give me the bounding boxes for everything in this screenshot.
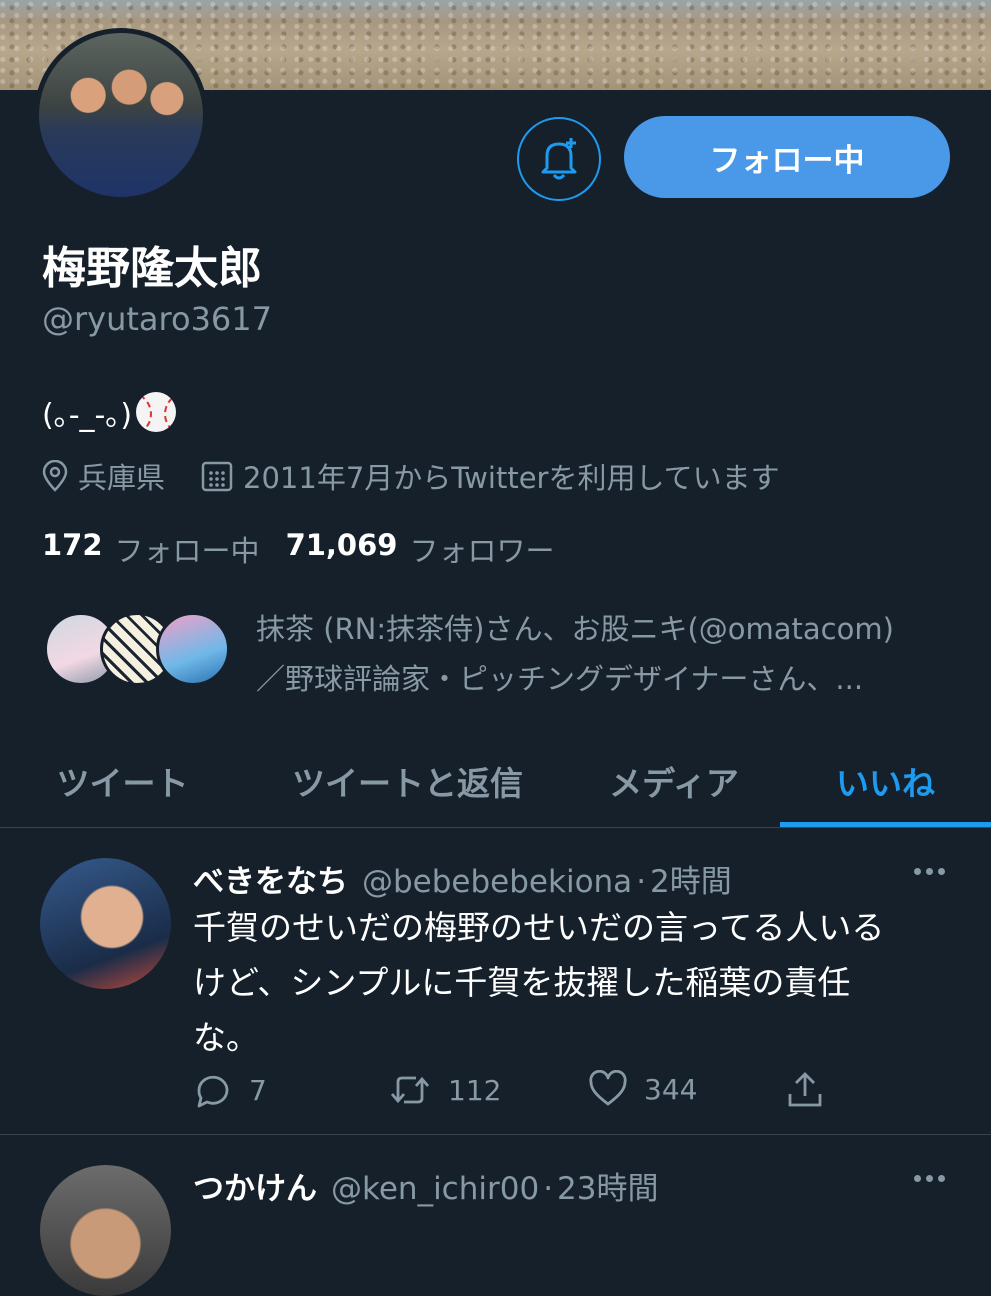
reply-count: 7	[249, 1073, 267, 1107]
share-button[interactable]	[785, 1070, 825, 1110]
bell-plus-icon	[541, 138, 577, 180]
followers-stat[interactable]: 71,069 フォロワー	[286, 528, 555, 570]
location-icon	[42, 460, 68, 492]
tweet-author-handle[interactable]: @bebebebekiona	[362, 864, 632, 900]
tweet-header: つかけん @ken_ichir00 · 23時間	[193, 1163, 659, 1208]
known-followers-line: 抹茶 (RN:抹茶侍)さん、お股ニキ(@omatacom)	[256, 612, 894, 646]
profile-stats: 172 フォロー中 71,069 フォロワー	[42, 528, 581, 570]
joined-item: 2011年7月からTwitterを利用しています	[201, 455, 780, 497]
tweet-text: 千賀のせいだの梅野のせいだの言ってる人いる けど、シンプルに千賀を抜擢した稲葉の…	[193, 900, 953, 1065]
like-count: 344	[644, 1072, 698, 1106]
retweet-count: 112	[448, 1073, 502, 1107]
tab-media[interactable]: メディア	[570, 735, 778, 827]
retweet-icon	[390, 1076, 430, 1104]
known-followers-avatars[interactable]	[44, 612, 230, 686]
tweet-separator: ·	[543, 1171, 554, 1207]
location-item: 兵庫県	[42, 455, 165, 497]
baseball-emoji	[136, 392, 177, 432]
tweet-time[interactable]: 2時間	[650, 856, 732, 901]
profile-name: 梅野隆太郎	[42, 243, 262, 294]
more-icon[interactable]	[914, 868, 945, 875]
more-icon[interactable]	[914, 1175, 945, 1182]
following-label: フォロー中	[114, 534, 260, 568]
tab-tweets-replies[interactable]: ツイートと返信	[245, 735, 570, 827]
reply-button[interactable]: 7	[193, 1070, 267, 1110]
tab-tweets[interactable]: ツイート	[0, 735, 245, 827]
calendar-icon	[201, 461, 233, 492]
share-icon	[788, 1072, 822, 1107]
location-text: 兵庫県	[78, 461, 166, 495]
following-stat[interactable]: 172 フォロー中	[42, 528, 260, 570]
tweet-author-handle[interactable]: @ken_ichir00	[331, 1171, 539, 1207]
notify-button[interactable]	[517, 117, 601, 201]
like-button[interactable]: 344	[588, 1070, 697, 1108]
known-follower-avatar	[156, 612, 230, 686]
tab-likes[interactable]: いいね	[780, 735, 991, 827]
tweet-author-avatar[interactable]	[40, 1165, 171, 1296]
profile-avatar[interactable]	[34, 28, 208, 202]
profile-bio: (｡-_-｡)	[42, 390, 177, 434]
tweet-text-line: けど、シンプルに千賀を抜擢した稲葉の責任	[193, 963, 851, 1002]
followers-count: 71,069	[285, 528, 398, 562]
tweet-separator: ·	[636, 864, 647, 900]
tweet-header: べきをなち @bebebebekiona · 2時間	[193, 856, 732, 901]
tweet-author-avatar[interactable]	[40, 858, 171, 989]
following-button[interactable]: フォロー中	[624, 116, 950, 198]
bio-text: (｡-_-｡)	[42, 398, 133, 433]
reply-icon	[197, 1075, 229, 1108]
profile-handle: @ryutaro3617	[42, 300, 272, 338]
known-followers-text[interactable]: 抹茶 (RN:抹茶侍)さん、お股ニキ(@omatacom) ／野球評論家・ピッチ…	[256, 604, 956, 704]
tweet-author-name[interactable]: べきをなち	[193, 856, 348, 901]
tweet-text-line: 千賀のせいだの梅野のせいだの言ってる人いる	[193, 908, 885, 947]
tweet[interactable]: つかけん @ken_ichir00 · 23時間	[0, 1135, 991, 1296]
joined-text: 2011年7月からTwitterを利用しています	[243, 461, 780, 495]
tweet-actions: 7 112 344	[193, 1070, 833, 1110]
profile-tabs: ツイート ツイートと返信 メディア いいね	[0, 735, 991, 828]
tweet-text-line: な。	[193, 1018, 259, 1057]
followers-label: フォロワー	[409, 534, 555, 568]
following-count: 172	[42, 528, 103, 562]
profile-meta: 兵庫県 2011年7月からTwitterを利用しています	[42, 455, 816, 497]
tweet[interactable]: べきをなち @bebebebekiona · 2時間 千賀のせいだの梅野のせいだ…	[0, 828, 991, 1135]
tweet-author-name[interactable]: つかけん	[193, 1163, 317, 1208]
like-icon	[589, 1070, 627, 1106]
tweet-time[interactable]: 23時間	[557, 1163, 658, 1208]
retweet-button[interactable]: 112	[388, 1070, 501, 1110]
known-followers-line: ／野球評論家・ピッチングデザイナーさん、...	[256, 662, 864, 696]
